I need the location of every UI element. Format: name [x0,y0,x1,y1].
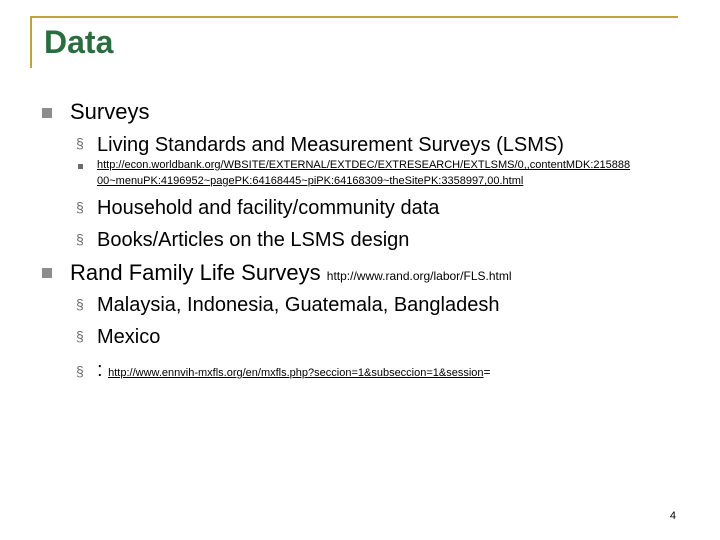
page-number: 4 [669,510,676,522]
sub-sub-bullet-icon [78,164,83,169]
bullet-rand-label: Rand Family Life Surveys [70,260,321,285]
bullet-mexico: Mexico [97,326,161,348]
bullet-mexico-url: : http://www.ennvih-mxfls.org/en/mxfls.p… [97,358,491,385]
sub-bullet-icon: § [76,328,84,344]
bullet-surveys: Surveys [70,99,150,124]
mexico-url-tail: = [483,365,491,379]
colon-text: : [97,359,103,381]
sub-bullet-icon: § [76,296,84,312]
lsms-url-link-continued[interactable]: 00~menuPK:4196952~pagePK:64168445~piPK:6… [97,174,523,189]
sub-bullet-icon: § [76,363,84,379]
sub-bullet-icon: § [76,231,84,247]
bullet-rand: Rand Family Life Surveys http://www.rand… [70,260,512,289]
mexico-url-link[interactable]: http://www.ennvih-mxfls.org/en/mxfls.php… [108,367,483,379]
slide-title: Data [44,24,114,60]
sub-bullet-icon: § [76,199,84,215]
bullet-lsms: Living Standards and Measurement Surveys… [97,134,564,156]
bullet-square-icon [42,108,52,118]
rand-url-text: http://www.rand.org/labor/FLS.html [326,269,512,283]
sub-bullet-icon: § [76,135,84,151]
bullet-countries: Malaysia, Indonesia, Guatemala, Banglade… [97,294,500,316]
lsms-url-link[interactable]: http://econ.worldbank.org/WBSITE/EXTERNA… [97,158,630,173]
bullet-books: Books/Articles on the LSMS design [97,229,410,251]
title-frame-top-rule [30,16,678,18]
title-frame-left-rule [30,16,32,68]
bullet-square-icon [42,268,52,278]
bullet-household: Household and facility/community data [97,197,440,219]
